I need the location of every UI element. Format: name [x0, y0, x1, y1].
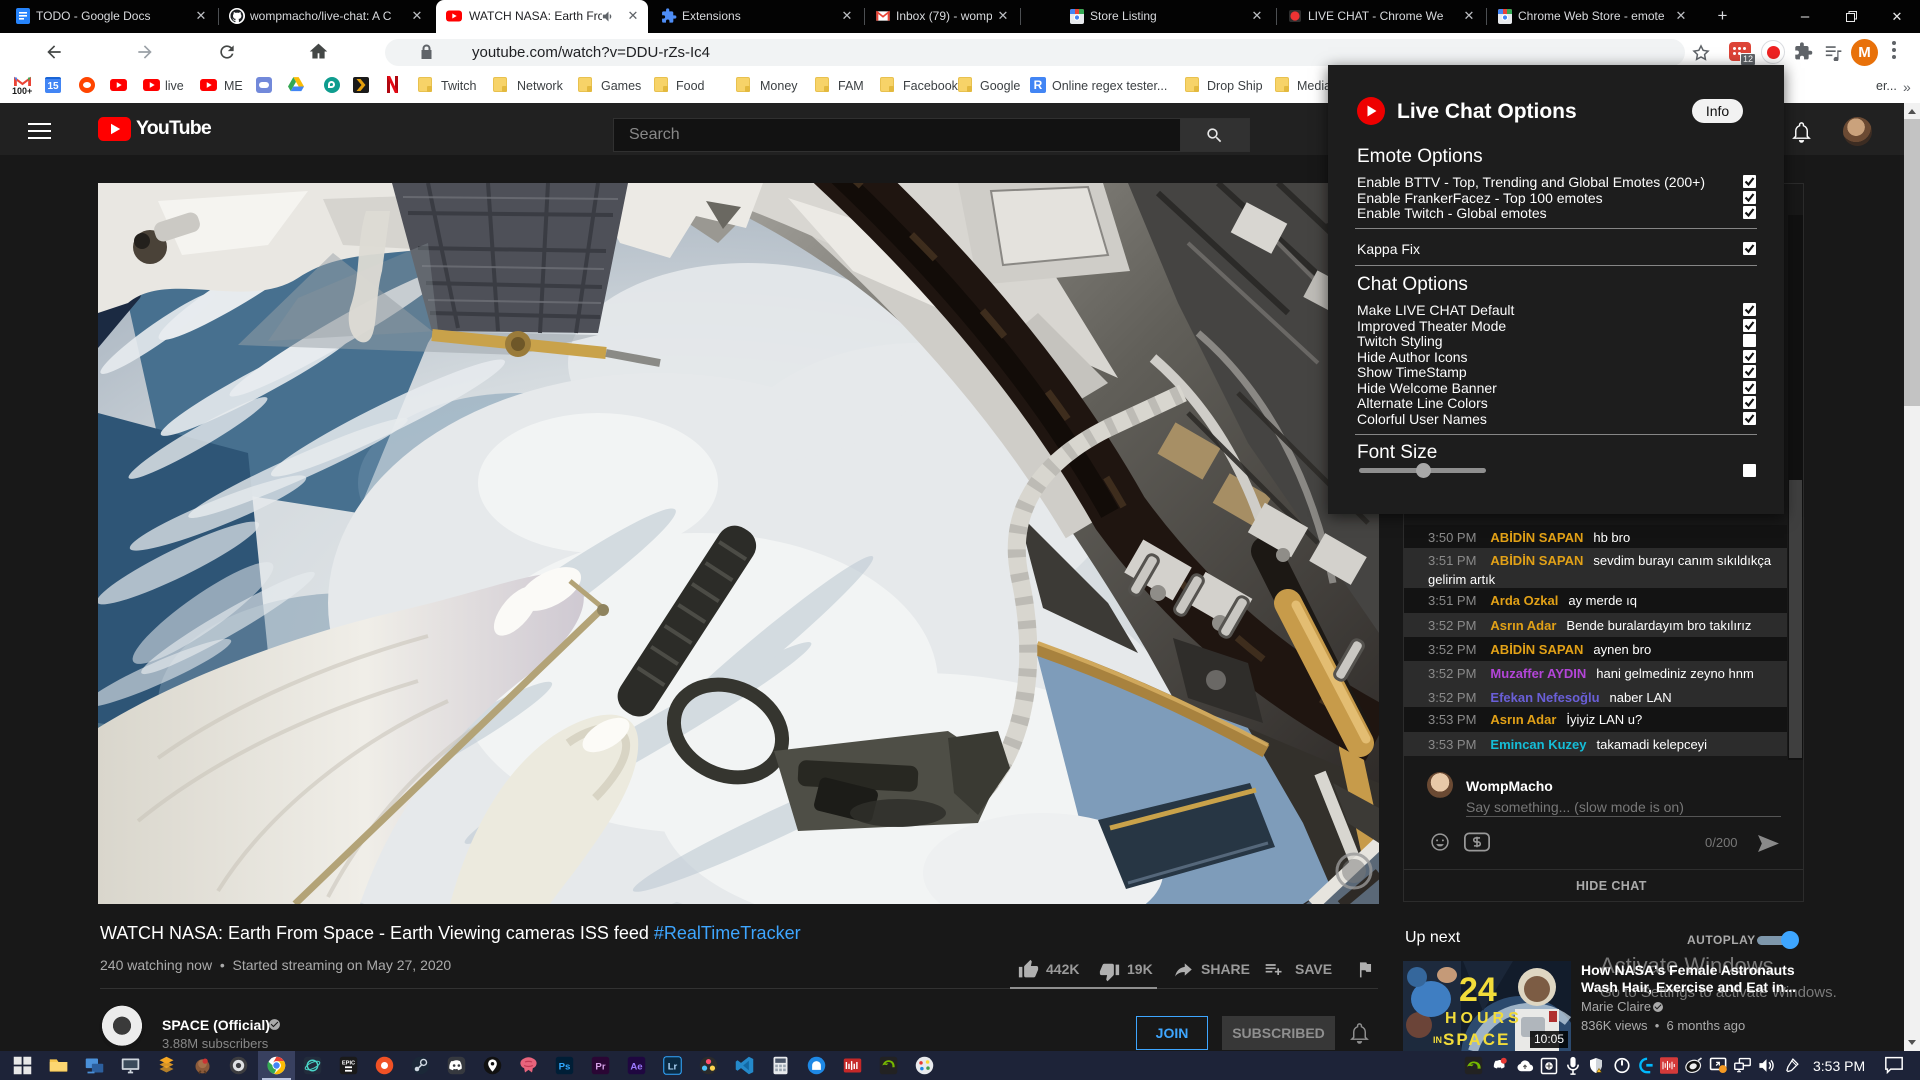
svg-text:HOURS: HOURS: [1445, 1010, 1523, 1027]
svg-text:Lr: Lr: [668, 1061, 678, 1072]
svg-text:SPACE: SPACE: [1443, 1030, 1510, 1049]
svg-text:IN: IN: [1433, 1035, 1442, 1045]
svg-text:!: !: [1601, 1069, 1602, 1073]
svg-text:EPIC: EPIC: [342, 1061, 355, 1067]
svg-text:Ps: Ps: [559, 1061, 571, 1072]
svg-text:24: 24: [1459, 971, 1497, 1009]
svg-text:Pr: Pr: [595, 1061, 605, 1072]
svg-text:Ae: Ae: [630, 1061, 643, 1072]
